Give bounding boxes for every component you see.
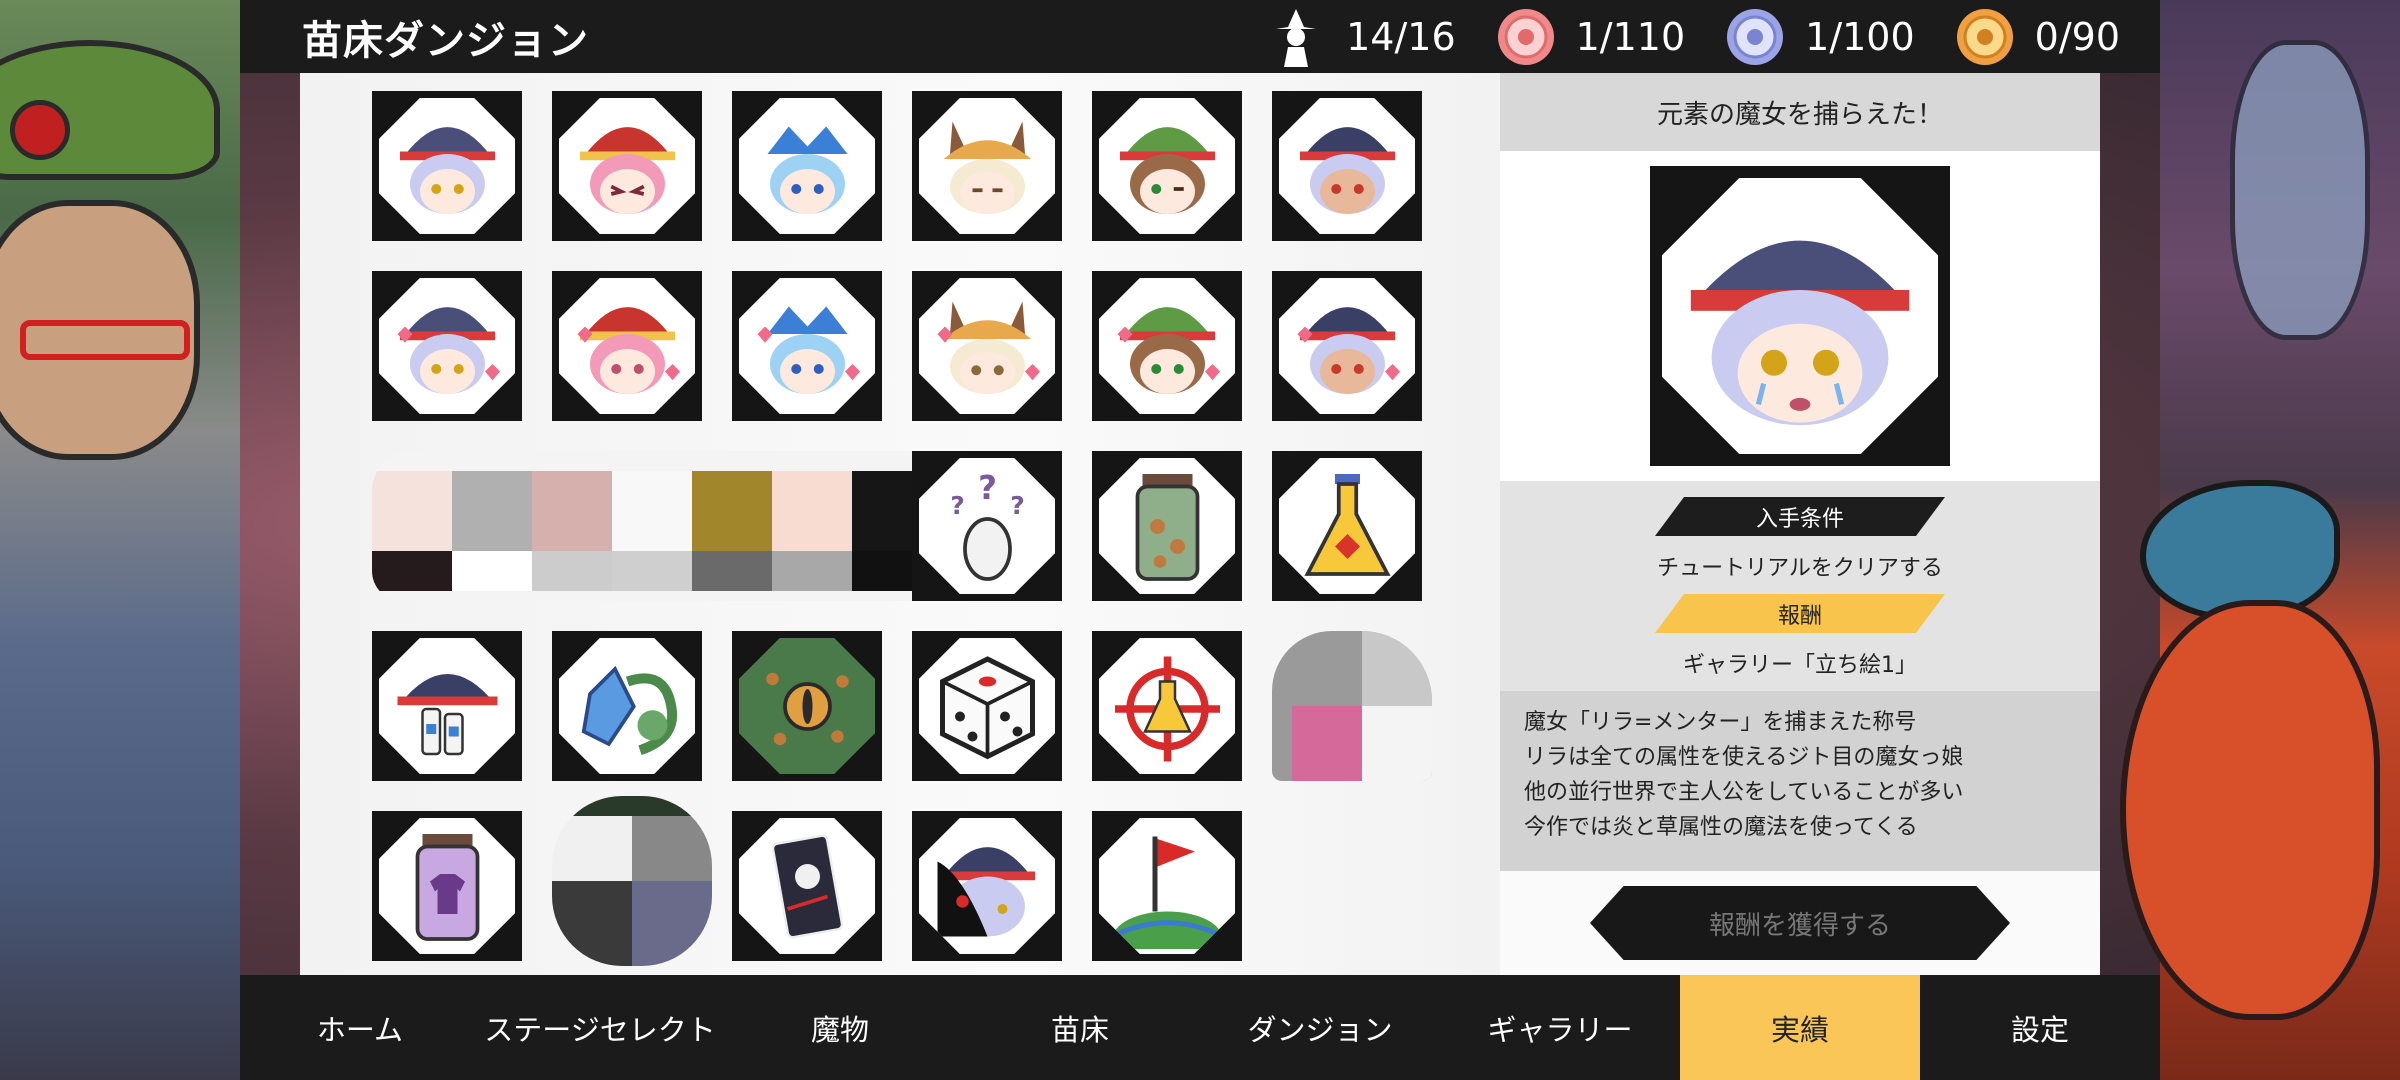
nav-item-home[interactable]: ホーム [240,975,480,1080]
witch-navy-hat-dark-face [1299,126,1395,214]
crystal-vine-icon [581,665,677,755]
condition-label: 入手条件 [1655,497,1945,536]
nav-item-monsters[interactable]: 魔物 [720,975,960,1080]
nav-item-dungeon[interactable]: ダンジョン [1200,975,1440,1080]
achievement-tile-witch-navy-dark-hearts[interactable] [1272,271,1422,421]
card-icon [771,833,843,939]
jar-with-eggs-icon [1135,473,1199,581]
blue-medal-counter: 1/100 [1725,7,1915,67]
claim-reward-button[interactable]: 報酬を獲得する [1590,886,2010,960]
achievement-tile-witch-red[interactable] [552,91,702,241]
nav-item-settings[interactable]: 設定 [1920,975,2160,1080]
potion-flask-icon [1303,473,1391,576]
blue-medal-icon [1725,7,1785,67]
pink-medal-icon [1496,7,1556,67]
monster-eye-icon [765,672,849,745]
blue-medal-value: 1/100 [1805,14,1915,59]
achievement-tile-witch-green-hearts[interactable] [1092,271,1242,421]
achievement-grid: ??? [372,91,1432,966]
witch-navy-hat-crying-portrait [1690,240,1910,426]
description-line: 魔女「リラ=メンター」を捕まえた称号 [1524,710,1917,735]
achievement-tile-shadow-witch[interactable] [912,811,1062,961]
achievement-tile-jar-shirt[interactable] [372,811,522,961]
nav-item-achievements[interactable]: 実績 [1680,975,1920,1080]
achievement-tile-witch-navy-dark[interactable] [1272,91,1422,241]
achievement-tile-witch-bunny-hearts[interactable] [912,271,1062,421]
background-character-right [2120,0,2400,1080]
achievement-tile-crystal-vine[interactable] [552,631,702,781]
witch-green-hat-hearts [1117,306,1220,394]
collection-counters: 14/16 1/110 1/100 0/90 [1266,0,2120,73]
witch-blue-ribbon-face [767,126,847,214]
nav-item-stage-select[interactable]: ステージセレクト [480,975,720,1080]
achievement-tile-mystery-egg[interactable]: ??? [912,451,1062,601]
achievement-tile-witch-blue[interactable] [732,91,882,241]
hat-with-milk-bottles-icon [397,673,497,755]
flag-on-globe-icon [1112,836,1222,949]
achievement-grid-panel: ??? [300,73,1500,975]
achievement-tile-jar-eggs[interactable] [1092,451,1242,601]
witch-navy-hat-face [399,126,495,214]
witch-bunny-ears-face [943,121,1031,214]
mystery-egg-icon: ??? [950,469,1025,581]
witch-counter: 14/16 [1266,7,1456,67]
nav-item-nursery[interactable]: 苗床 [960,975,1200,1080]
achievement-tile-dice[interactable] [912,631,1062,781]
witch-red-hat-face [579,126,675,214]
achievement-tile-potion[interactable] [1272,451,1422,601]
achievement-tile-witch-red-hearts[interactable] [552,271,702,421]
censored-mosaic [1272,631,1432,781]
reward-label: 報酬 [1655,594,1945,633]
censored-mosaic [552,796,712,966]
achievement-detail-panel: 元素の魔女を捕らえた！ 入手条件 チュートリアルをクリアする 報酬 ギャラリー「… [1500,73,2100,975]
shadow-witch-icon [937,846,1035,936]
gold-medal-counter: 0/90 [1955,7,2120,67]
witch-red-hat-hearts [577,306,680,394]
svg-text:?: ? [950,491,965,520]
achievement-tile-witch-bunny[interactable] [912,91,1062,241]
witch-navy-hat-hearts [397,306,500,394]
witch-bunny-ears-hearts [937,301,1040,394]
achievement-tile-witch-blue-hearts[interactable] [732,271,882,421]
top-bar: 苗床ダンジョン 14/16 1/110 1/100 0/90 [240,0,2160,73]
description-line: リラは全ての属性を使えるジト目の魔女っ娘 [1524,745,1964,770]
jar-with-shirt-icon [415,833,479,941]
background-character-left [0,0,240,1080]
achievement-description: 魔女「リラ=メンター」を捕まえた称号 リラは全ての属性を使えるジト目の魔女っ娘 … [1500,691,2100,871]
description-line: 他の並行世界で主人公をしていることが多い [1524,780,1964,805]
achievement-tile-card[interactable] [732,811,882,961]
svg-text:?: ? [1010,491,1025,520]
reward-text: ギャラリー「立ち絵1」 [1683,653,1917,678]
witch-blue-ribbon-hearts [757,306,860,394]
condition-text: チュートリアルをクリアする [1657,556,1943,581]
nav-item-gallery[interactable]: ギャラリー [1440,975,1680,1080]
crosshair-flask-icon [1114,656,1220,761]
pink-medal-counter: 1/110 [1496,7,1686,67]
gold-medal-value: 0/90 [2034,14,2120,59]
svg-text:?: ? [978,469,997,507]
bottom-navigation: ホーム ステージセレクト 魔物 苗床 ダンジョン ギャラリー 実績 設定 [240,975,2160,1080]
witch-navy-hat-dark-hearts [1297,306,1400,394]
gold-medal-icon [1955,7,2015,67]
achievement-tile-witch-green[interactable] [1092,91,1242,241]
achievement-heading: 元素の魔女を捕らえた！ [1500,73,2100,151]
achievement-requirements: 入手条件 チュートリアルをクリアする 報酬 ギャラリー「立ち絵1」 [1500,481,2100,691]
achievement-tile-hat-milk[interactable] [372,631,522,781]
pink-medal-value: 1/110 [1575,14,1686,59]
achievement-tile-witch-navy[interactable] [372,91,522,241]
achievement-tile-witch-navy-hearts[interactable] [372,271,522,421]
description-line: 今作では炎と草属性の魔法を使ってくる [1524,815,1918,840]
witch-green-hat-face [1119,126,1215,214]
achievement-tile-monster-eye[interactable] [732,631,882,781]
achievement-tile-flag-globe[interactable] [1092,811,1242,961]
witch-silhouette-icon [1266,7,1326,67]
achievement-tile-crosshair[interactable] [1092,631,1242,781]
page-title: 苗床ダンジョン [302,17,589,64]
dice-icon [939,655,1035,759]
achievement-portrait [1650,166,1950,466]
witch-counter-value: 14/16 [1346,14,1456,59]
